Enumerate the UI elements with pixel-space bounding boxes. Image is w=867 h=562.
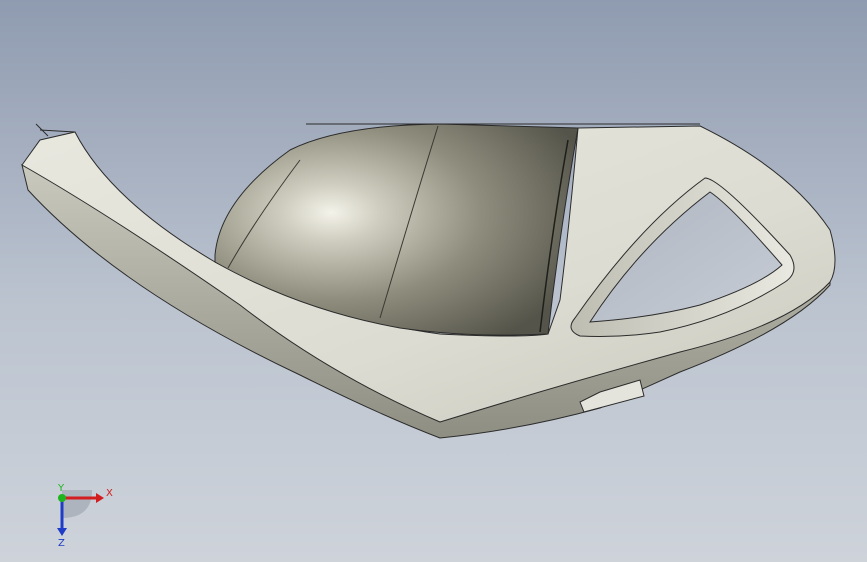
triad-z-arrow <box>57 528 67 536</box>
coordinate-triad: X Y Z <box>57 483 113 548</box>
triad-y-axis-dot <box>58 494 66 502</box>
triad-x-label: X <box>106 488 113 499</box>
triad-z-label: Z <box>58 538 65 548</box>
triad-x-arrow <box>96 493 104 503</box>
triad-shadow-arc <box>62 490 92 518</box>
3d-viewport[interactable]: X Y Z <box>0 0 867 562</box>
cad-model-canvas[interactable] <box>0 0 867 562</box>
triad-y-label: Y <box>57 483 65 494</box>
